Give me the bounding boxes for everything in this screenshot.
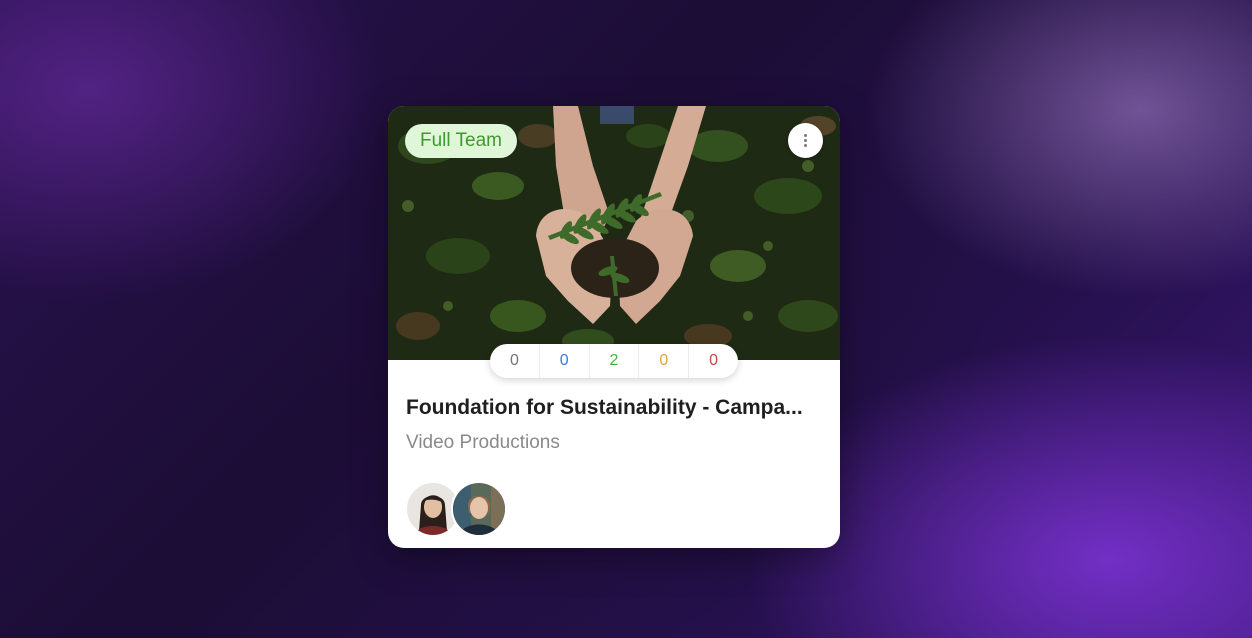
project-card[interactable]: Full Team 0 0 2 0 0 Foundation for Susta… (388, 106, 840, 548)
status-counts: 0 0 2 0 0 (490, 344, 738, 378)
status-count-gray[interactable]: 0 (490, 344, 539, 378)
status-count-orange[interactable]: 0 (638, 344, 688, 378)
more-vertical-icon (804, 134, 807, 137)
more-options-button[interactable] (788, 123, 823, 158)
full-team-badge: Full Team (405, 124, 518, 158)
project-subtitle: Video Productions (406, 432, 560, 453)
team-member-avatar-2[interactable] (451, 481, 507, 537)
team-avatars (405, 481, 515, 539)
project-title[interactable]: Foundation for Sustainability - Campa... (406, 393, 826, 423)
status-count-blue[interactable]: 0 (538, 344, 589, 378)
status-count-green[interactable]: 2 (588, 344, 639, 378)
project-cover-image: Full Team (388, 106, 840, 360)
status-count-red[interactable]: 0 (688, 344, 738, 378)
